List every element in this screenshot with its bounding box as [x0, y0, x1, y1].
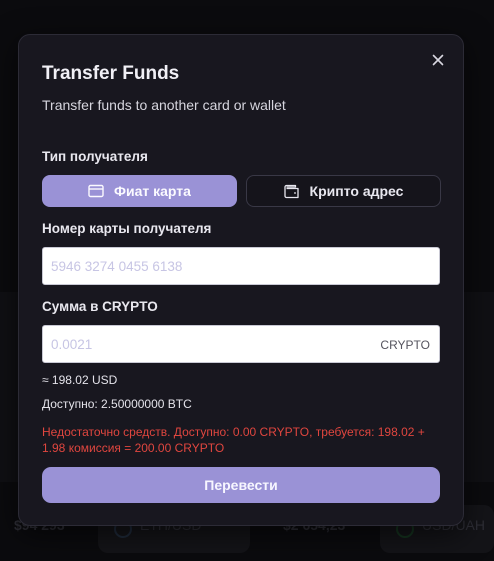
approx-usd-value: ≈ 198.02 USD [42, 373, 118, 387]
crypto-address-option-label: Крипто адрес [309, 183, 404, 199]
crypto-address-option[interactable]: Крипто адрес [246, 175, 441, 207]
fiat-card-option[interactable]: Фиат карта [42, 175, 237, 207]
card-icon [88, 184, 104, 198]
dialog-subtitle: Transfer funds to another card or wallet [42, 97, 286, 113]
amount-currency-suffix: CRYPTO [380, 338, 430, 352]
close-button[interactable] [429, 51, 447, 69]
wallet-icon [283, 184, 299, 198]
available-balance: Доступно: 2.50000000 BTC [42, 397, 192, 411]
close-icon [432, 54, 444, 66]
card-number-input[interactable] [42, 247, 440, 285]
fiat-card-option-label: Фиат карта [114, 183, 191, 199]
recipient-type-label: Тип получателя [42, 149, 148, 164]
insufficient-funds-error: Недостаточно средств. Доступно: 0.00 CRY… [42, 425, 425, 455]
transfer-submit-button[interactable]: Перевести [42, 467, 440, 503]
amount-label: Сумма в CRYPTO [42, 299, 158, 314]
card-number-label: Номер карты получателя [42, 221, 212, 236]
transfer-funds-dialog: Transfer Funds Transfer funds to another… [18, 34, 464, 526]
dialog-title: Transfer Funds [42, 63, 180, 84]
